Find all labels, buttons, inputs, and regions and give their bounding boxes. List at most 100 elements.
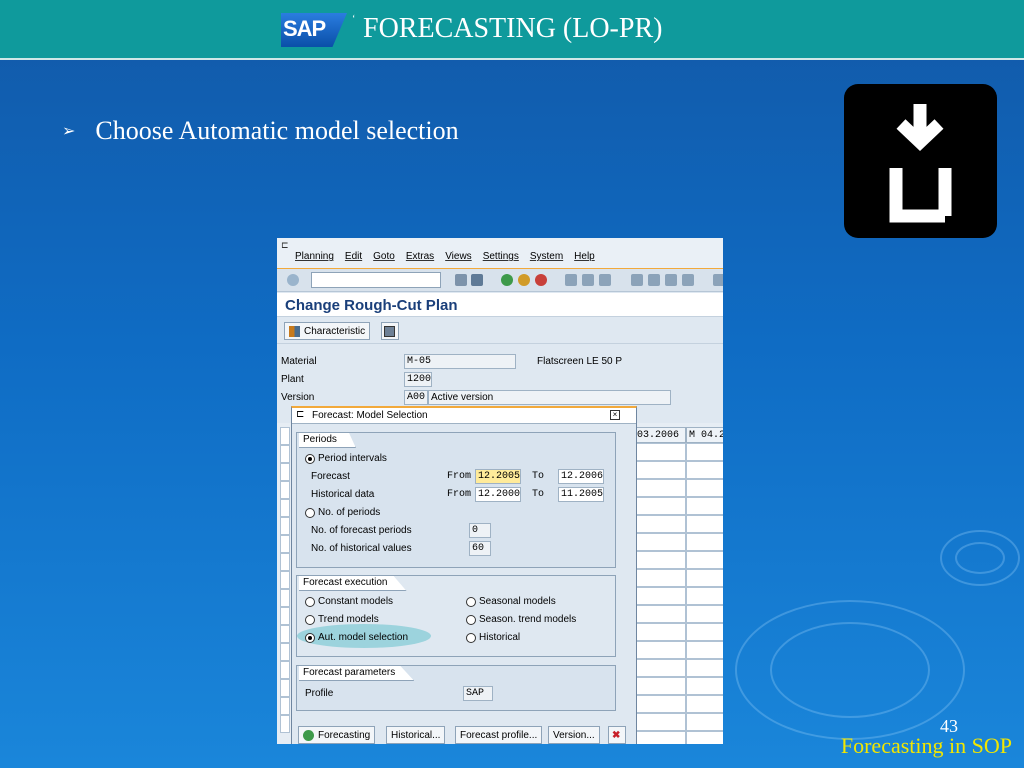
grid-cell[interactable] xyxy=(686,713,723,731)
previous-page-icon[interactable] xyxy=(648,274,660,286)
version-button[interactable]: Version... xyxy=(548,726,600,744)
grid-cell[interactable] xyxy=(634,569,686,587)
grid-cell[interactable] xyxy=(634,659,686,677)
grid-row-selector[interactable] xyxy=(280,535,290,553)
grid-cell[interactable] xyxy=(634,551,686,569)
save-icon[interactable] xyxy=(471,274,483,286)
grid-cell[interactable] xyxy=(686,569,723,587)
historical-from-field[interactable]: 12.2000 xyxy=(475,487,521,502)
first-page-icon[interactable] xyxy=(631,274,643,286)
seasonal-models-radio[interactable]: Seasonal models xyxy=(466,596,556,607)
grid-cell[interactable] xyxy=(686,605,723,623)
grid-row-selector[interactable] xyxy=(280,499,290,517)
grid-cell[interactable] xyxy=(686,659,723,677)
menu-edit[interactable]: Edit xyxy=(345,251,362,262)
cancel-button[interactable]: ✖ xyxy=(608,726,626,744)
historical-button[interactable]: Historical... xyxy=(386,726,446,744)
grid-cell[interactable] xyxy=(686,533,723,551)
no-forecast-periods-field[interactable]: 0 xyxy=(469,523,491,538)
next-page-icon[interactable] xyxy=(665,274,677,286)
forecasting-button[interactable]: Forecasting xyxy=(298,726,376,744)
grid-cell[interactable] xyxy=(686,551,723,569)
grid-row-selector[interactable] xyxy=(280,589,290,607)
back-arrow-icon[interactable] xyxy=(455,274,467,286)
grid-cell[interactable] xyxy=(634,731,686,744)
grid-cell[interactable] xyxy=(634,587,686,605)
back-icon[interactable] xyxy=(501,274,513,286)
grid-cell[interactable] xyxy=(634,479,686,497)
grid-row-selector[interactable] xyxy=(280,445,290,463)
cancel-icon[interactable] xyxy=(535,274,547,286)
print-icon[interactable] xyxy=(565,274,577,286)
grid-cell[interactable] xyxy=(686,479,723,497)
material-field[interactable]: M-05 xyxy=(404,354,516,369)
grid-row-selector[interactable] xyxy=(280,517,290,535)
grid-row-selector[interactable] xyxy=(280,463,290,481)
menu-planning[interactable]: Planning xyxy=(295,251,334,262)
grid-cell[interactable] xyxy=(686,587,723,605)
find-next-icon[interactable] xyxy=(599,274,611,286)
grid-row-selector[interactable] xyxy=(280,679,290,697)
grid-cell[interactable] xyxy=(686,515,723,533)
grid-row-selector[interactable] xyxy=(280,643,290,661)
trend-models-radio[interactable]: Trend models xyxy=(305,614,379,625)
period-intervals-radio[interactable]: Period intervals xyxy=(305,453,387,464)
grid-cell[interactable] xyxy=(686,461,723,479)
grid-cell[interactable] xyxy=(686,641,723,659)
calculator-button[interactable] xyxy=(381,322,399,340)
version-field[interactable]: A00 xyxy=(404,390,428,405)
grid-cell[interactable] xyxy=(634,443,686,461)
characteristic-button[interactable]: Characteristic xyxy=(284,322,371,340)
grid-cell[interactable] xyxy=(634,515,686,533)
grid-cell[interactable] xyxy=(686,677,723,695)
command-field[interactable] xyxy=(311,272,441,288)
download-button[interactable] xyxy=(844,84,997,238)
auto-model-selection-radio[interactable]: Aut. model selection xyxy=(305,632,408,643)
close-icon[interactable]: × xyxy=(610,410,620,420)
grid-row-selector[interactable] xyxy=(280,607,290,625)
grid-cell[interactable] xyxy=(634,533,686,551)
grid-cell[interactable] xyxy=(634,677,686,695)
grid-cell[interactable] xyxy=(686,623,723,641)
new-session-icon[interactable] xyxy=(713,274,723,286)
grid-cell[interactable] xyxy=(634,461,686,479)
grid-row-selector[interactable] xyxy=(280,661,290,679)
forecast-profile-button[interactable]: Forecast profile... xyxy=(455,726,543,744)
menu-views[interactable]: Views xyxy=(445,251,472,262)
grid-cell[interactable] xyxy=(686,731,723,744)
find-icon[interactable] xyxy=(582,274,594,286)
forecast-to-field[interactable]: 12.2006 xyxy=(558,469,604,484)
forecast-from-field[interactable]: 12.2005 xyxy=(475,469,521,484)
menu-extras[interactable]: Extras xyxy=(406,251,434,262)
grid-row-selector[interactable] xyxy=(280,697,290,715)
grid-cell[interactable] xyxy=(634,497,686,515)
enter-icon[interactable] xyxy=(287,274,299,286)
grid-row-selector[interactable] xyxy=(280,481,290,499)
constant-models-radio[interactable]: Constant models xyxy=(305,596,393,607)
grid-cell[interactable] xyxy=(634,695,686,713)
grid-cell[interactable] xyxy=(634,623,686,641)
exit-icon[interactable] xyxy=(518,274,530,286)
menu-settings[interactable]: Settings xyxy=(483,251,519,262)
grid-row-selector[interactable] xyxy=(280,553,290,571)
menu-system[interactable]: System xyxy=(530,251,563,262)
grid-cell[interactable] xyxy=(686,443,723,461)
menu-help[interactable]: Help xyxy=(574,251,595,262)
season-trend-models-radio[interactable]: Season. trend models xyxy=(466,614,576,625)
historical-to-field[interactable]: 11.2005 xyxy=(558,487,604,502)
grid-cell[interactable] xyxy=(634,605,686,623)
grid-cell[interactable] xyxy=(686,695,723,713)
menu-goto[interactable]: Goto xyxy=(373,251,395,262)
grid-cell[interactable] xyxy=(634,641,686,659)
grid-row-selector[interactable] xyxy=(280,571,290,589)
grid-row-selector[interactable] xyxy=(280,715,290,733)
historical-radio[interactable]: Historical xyxy=(466,632,520,643)
no-historical-values-field[interactable]: 60 xyxy=(469,541,491,556)
last-page-icon[interactable] xyxy=(682,274,694,286)
profile-field[interactable]: SAP xyxy=(463,686,493,701)
grid-row-selector[interactable] xyxy=(280,427,290,445)
grid-cell[interactable] xyxy=(634,713,686,731)
no-of-periods-radio[interactable]: No. of periods xyxy=(305,507,380,518)
plant-field[interactable]: 1200 xyxy=(404,372,432,387)
grid-row-selector[interactable] xyxy=(280,625,290,643)
